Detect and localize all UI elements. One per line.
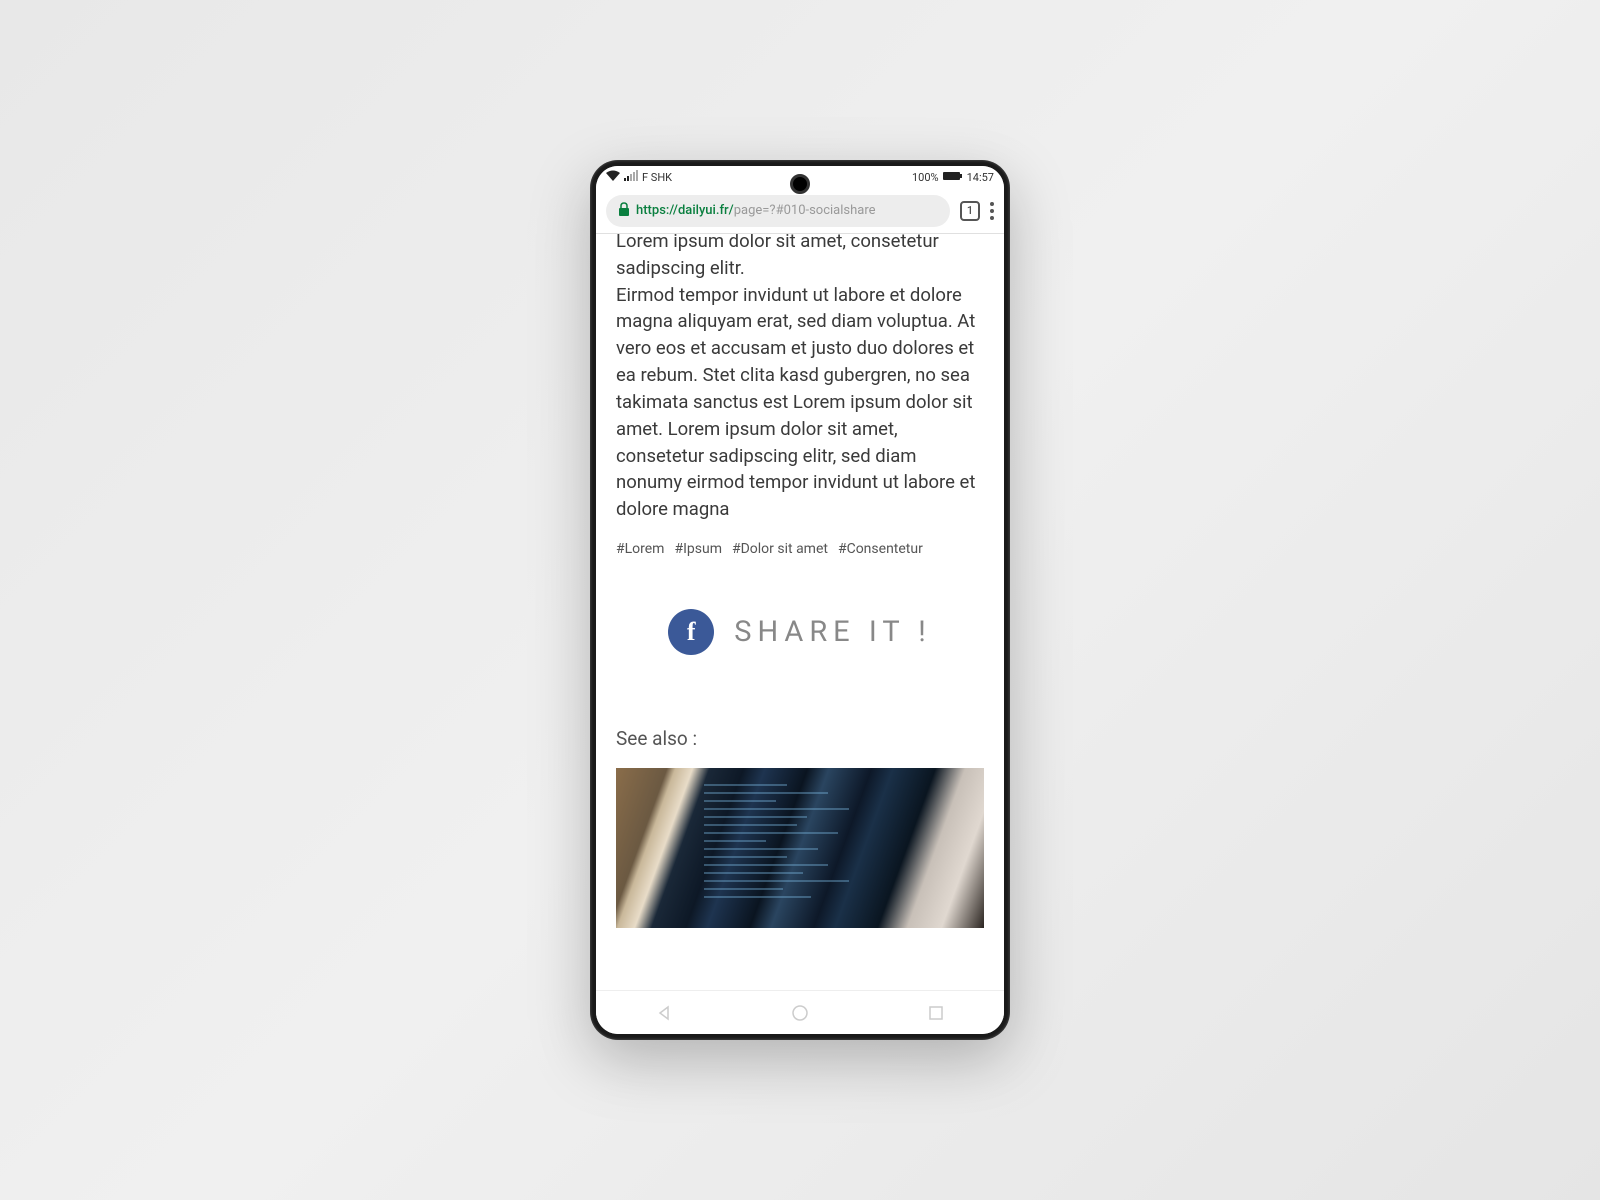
share-label: SHARE IT ! bbox=[734, 615, 932, 649]
home-button[interactable] bbox=[789, 1002, 811, 1024]
dot-icon bbox=[990, 209, 994, 213]
tag-ipsum[interactable]: #Ipsum bbox=[674, 541, 722, 557]
status-left: F SHK bbox=[606, 170, 672, 184]
see-also-heading: See also : bbox=[616, 727, 984, 750]
article-body: Lorem ipsum dolor sit amet, consetetur s… bbox=[616, 234, 984, 523]
url-path: page=?#010-socialshare bbox=[734, 203, 876, 218]
article-line1: Lorem ipsum dolor sit amet, consetetur s… bbox=[616, 234, 939, 279]
tag-list: #Lorem #Ipsum #Dolor sit amet #Consentet… bbox=[616, 541, 984, 557]
battery-icon bbox=[943, 171, 963, 184]
clock: 14:57 bbox=[967, 171, 994, 184]
share-section: f SHARE IT ! bbox=[616, 609, 984, 655]
url-scheme: https:// bbox=[636, 203, 678, 218]
recents-button[interactable] bbox=[925, 1002, 947, 1024]
page-content[interactable]: Lorem ipsum dolor sit amet, consetetur s… bbox=[596, 234, 1004, 990]
tabs-button[interactable]: 1 bbox=[960, 201, 980, 221]
thumbnail-code-graphic bbox=[704, 784, 910, 912]
battery-percent: 100% bbox=[912, 171, 939, 184]
facebook-share-button[interactable]: f bbox=[668, 609, 714, 655]
dot-icon bbox=[990, 202, 994, 206]
signal-icon bbox=[624, 170, 638, 184]
status-right: 100% 14:57 bbox=[912, 171, 994, 184]
tag-lorem[interactable]: #Lorem bbox=[616, 541, 664, 557]
tag-consentetur[interactable]: #Consentetur bbox=[838, 541, 923, 557]
facebook-icon: f bbox=[687, 617, 696, 647]
tag-dolor[interactable]: #Dolor sit amet bbox=[732, 541, 828, 557]
more-menu-button[interactable] bbox=[990, 202, 994, 220]
back-button[interactable] bbox=[653, 1002, 675, 1024]
camera-notch bbox=[790, 174, 810, 194]
wifi-icon bbox=[606, 170, 620, 184]
lock-icon bbox=[618, 202, 630, 220]
phone-device-frame: F SHK 100% 14:57 https://dailyui.fr/page… bbox=[590, 160, 1010, 1040]
see-also-thumbnail[interactable] bbox=[616, 768, 984, 928]
url-domain: dailyui.fr/ bbox=[678, 203, 734, 218]
url-bar[interactable]: https://dailyui.fr/page=?#010-socialshar… bbox=[606, 195, 950, 227]
dot-icon bbox=[990, 216, 994, 220]
article-line2: Eirmod tempor invidunt ut labore et dolo… bbox=[616, 284, 975, 521]
tab-count: 1 bbox=[967, 204, 973, 217]
browser-toolbar: https://dailyui.fr/page=?#010-socialshar… bbox=[596, 188, 1004, 234]
android-nav-bar bbox=[596, 990, 1004, 1034]
phone-screen: F SHK 100% 14:57 https://dailyui.fr/page… bbox=[596, 166, 1004, 1034]
carrier-label: F SHK bbox=[642, 171, 672, 184]
